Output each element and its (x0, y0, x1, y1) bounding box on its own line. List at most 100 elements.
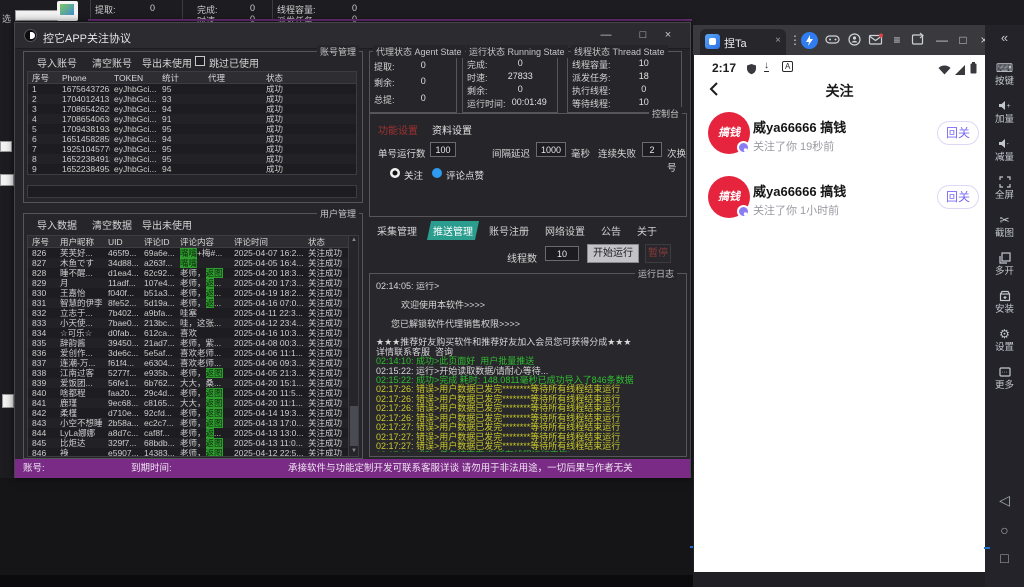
table-row[interactable]: 839爱饭团...56fe1...6b762...大大，桑...2025-04-… (28, 378, 358, 388)
rotate-screen-icon[interactable] (908, 32, 926, 52)
table-row[interactable]: 116756437263eyJhbGci...95成功 (28, 84, 356, 94)
export-unused-data-button[interactable]: 导出未使用 (142, 217, 192, 232)
column-header[interactable]: 状态 (304, 236, 349, 247)
tab-profile-settings[interactable]: 资料设置 (432, 122, 472, 137)
table-row[interactable]: 834☆可乐☆d0fab...612ca...喜欢2025-04-16 10:3… (28, 328, 358, 338)
clear-accounts-button[interactable]: 清空账号 (92, 55, 132, 70)
table-row[interactable]: 417086540636eyJhbGci...91成功 (28, 114, 356, 124)
follow-radio[interactable] (390, 168, 400, 178)
table-row[interactable]: 844LyLa娜娜a8d7c...caf8f...老师，返...2025-04-… (28, 428, 358, 438)
android-recents-button[interactable]: □ (985, 550, 1024, 566)
table-row[interactable]: 830王嘉怡f040f...b51a3...老师，返...2025-04-19 … (28, 288, 358, 298)
column-header[interactable]: UID (104, 236, 140, 247)
table-row[interactable]: 836爱创作...3de6c...5e5af...喜欢老师...2025-04-… (28, 348, 358, 358)
clear-data-button[interactable]: 清空数据 (92, 217, 132, 232)
follow-back-button[interactable]: 回关 (937, 185, 979, 209)
sidebar-item-settings[interactable]: ⚙设置 (985, 328, 1024, 353)
emulator-maximize-button[interactable]: □ (954, 31, 972, 49)
sidebar-item-fullscreen[interactable]: 全屏 (985, 176, 1024, 201)
export-unused-button[interactable]: 导出未使用 (142, 55, 192, 70)
table-row[interactable]: 845比炬达329f7...68bdb...老师，返图2025-04-13 11… (28, 438, 358, 448)
column-header[interactable]: 评论内容 (176, 236, 230, 247)
follower-name[interactable]: 威ya66666 搞钱 (753, 181, 846, 200)
comment-like-radio[interactable] (432, 168, 442, 178)
android-home-button[interactable]: ○ (985, 522, 1024, 538)
table-row[interactable]: 827木鱼です34d88...a263f...嘴嘴2025-04-05 16:4… (28, 258, 358, 268)
interval-delay-input[interactable] (536, 142, 566, 157)
sidebar-item-screenshot[interactable]: ✂截图 (985, 214, 1024, 239)
table-row[interactable]: 816522384913eyJhbGci...95成功 (28, 154, 356, 164)
user-table[interactable]: ▲ ▼ 序号用户昵称UID评论ID评论内容评论时间状态826芙芙好...465f… (27, 235, 359, 457)
tab-register[interactable]: 账号注册 (485, 221, 533, 240)
runs-per-account-input[interactable] (430, 142, 456, 157)
table-row[interactable]: 829月11adf...107e4...老师，返...2025-04-20 17… (28, 278, 358, 288)
sidebar-item-more[interactable]: ⋯ 更多 (985, 366, 1024, 391)
table-row[interactable]: 616514582855eyJhbGci...94成功 (28, 134, 356, 144)
follower-name[interactable]: 威ya66666 搞钱 (753, 117, 846, 136)
table-row[interactable]: 833小天使...7bae0...213bc...哇，这张...2025-04-… (28, 318, 358, 328)
column-header[interactable]: 状态 (262, 72, 342, 83)
android-back-button[interactable]: ◁ (985, 492, 1024, 509)
tab-function-settings[interactable]: 功能设置 (378, 122, 418, 137)
table-row[interactable]: 842柔槿d710e...92cfd...老师，返图2025-04-14 19:… (28, 408, 358, 418)
collapse-sidebar-icon[interactable]: « (985, 31, 1024, 45)
table-row[interactable]: 719251045770eyJhbGci...95成功 (28, 144, 356, 154)
column-header[interactable]: TOKEN (110, 72, 158, 83)
scroll-thumb[interactable] (350, 406, 358, 446)
skip-used-checkbox[interactable] (195, 56, 205, 66)
sidebar-item-install[interactable]: 安装 (985, 290, 1024, 315)
sidebar-item-multi-instance[interactable]: 多开 (985, 252, 1024, 277)
tab-about[interactable]: 关于 (633, 221, 661, 240)
import-accounts-button[interactable]: 导入账号 (37, 55, 77, 70)
start-run-button[interactable]: 开始运行 (587, 244, 639, 263)
table-row[interactable]: 828睡不醒...d1ea4...62c92...老师，返图2025-04-20… (28, 268, 358, 278)
fail-streak-input[interactable] (642, 142, 662, 157)
emulator-minimize-button[interactable]: — (933, 31, 951, 49)
tab-push[interactable]: 推送管理 (427, 221, 479, 240)
emulator-titlebar[interactable]: 捏Ta × ⋮ ≡ — □ × (693, 25, 985, 55)
table-row[interactable]: 317086542625eyJhbGci...94成功 (28, 104, 356, 114)
column-header[interactable]: 评论时间 (230, 236, 304, 247)
pause-button[interactable]: 暂停 (645, 244, 671, 263)
maximize-button[interactable]: □ (630, 27, 656, 44)
emulator-tab[interactable]: 捏Ta × (700, 29, 786, 55)
tab-network[interactable]: 网络设置 (541, 221, 589, 240)
table-row[interactable]: 832立志于...7b402...a9bfa...哇塞2025-04-11 22… (28, 308, 358, 318)
table-row[interactable]: 846裑e5907...14383...老师，返图2025-04-12 22:5… (28, 448, 358, 457)
minimize-button[interactable]: — (593, 27, 619, 44)
tab-close-icon[interactable]: × (775, 35, 781, 46)
follow-back-button[interactable]: 回关 (937, 121, 979, 145)
scroll-down-icon[interactable]: ▼ (349, 447, 359, 456)
table-row[interactable]: 837连潮-万...f61f4...e6304...喜欢老师...2025-04… (28, 358, 358, 368)
column-header[interactable]: 用户昵称 (56, 236, 104, 247)
column-header[interactable]: Phone (58, 72, 110, 83)
gamepad-icon[interactable] (823, 32, 841, 52)
boost-icon[interactable] (801, 32, 818, 49)
column-header[interactable]: 评论ID (140, 236, 176, 247)
import-data-button[interactable]: 导入数据 (37, 217, 77, 232)
sidebar-item-volume-up[interactable]: + 加量 (985, 100, 1024, 125)
table-row[interactable]: 838江南过客5277f...e935b...老师，返图2025-04-05 2… (28, 368, 358, 378)
sidebar-item-keyboard[interactable]: ⌨按键 (985, 62, 1024, 87)
table-row[interactable]: 841鹿瑾9ec68...c8165...大大，返图2025-04-20 11:… (28, 398, 358, 408)
tab-announcement[interactable]: 公告 (597, 221, 625, 240)
scrollbar[interactable]: ▲ ▼ (348, 236, 358, 456)
table-row[interactable]: 826芙芙好...465f9...69a6e...嘴嘴+梅#...2025-04… (28, 248, 358, 258)
sidebar-item-volume-down[interactable]: - 减量 (985, 138, 1024, 163)
table-row[interactable]: 217040124131eyJhbGci...93成功 (28, 94, 356, 104)
account-input-field[interactable] (27, 185, 357, 198)
column-header[interactable]: 序号 (28, 236, 56, 247)
menu-lines-icon[interactable]: ≡ (888, 31, 906, 49)
close-button[interactable]: × (655, 27, 681, 44)
table-row[interactable]: 916522384953eyJhbGci...94成功 (28, 164, 356, 174)
tab-collect[interactable]: 采集管理 (373, 221, 421, 240)
scroll-up-icon[interactable]: ▲ (349, 236, 359, 245)
table-row[interactable]: 835辞韵酱39450...21ad7...老师，紫...2025-04-08 … (28, 338, 358, 348)
record-icon[interactable] (845, 32, 863, 52)
table-row[interactable]: 831智慧的伊李8fe52...5d19a...老师，返...2025-04-1… (28, 298, 358, 308)
table-row[interactable]: 843小空不想睡2b58a...ec2c7...老师，返图2025-04-13 … (28, 418, 358, 428)
account-table[interactable]: 序号PhoneTOKEN统计代理状态116756437263eyJhbGci..… (27, 71, 357, 175)
column-header[interactable]: 统计 (158, 72, 204, 83)
table-row[interactable]: 517094381934eyJhbGci...95成功 (28, 124, 356, 134)
column-header[interactable]: 序号 (28, 72, 58, 83)
